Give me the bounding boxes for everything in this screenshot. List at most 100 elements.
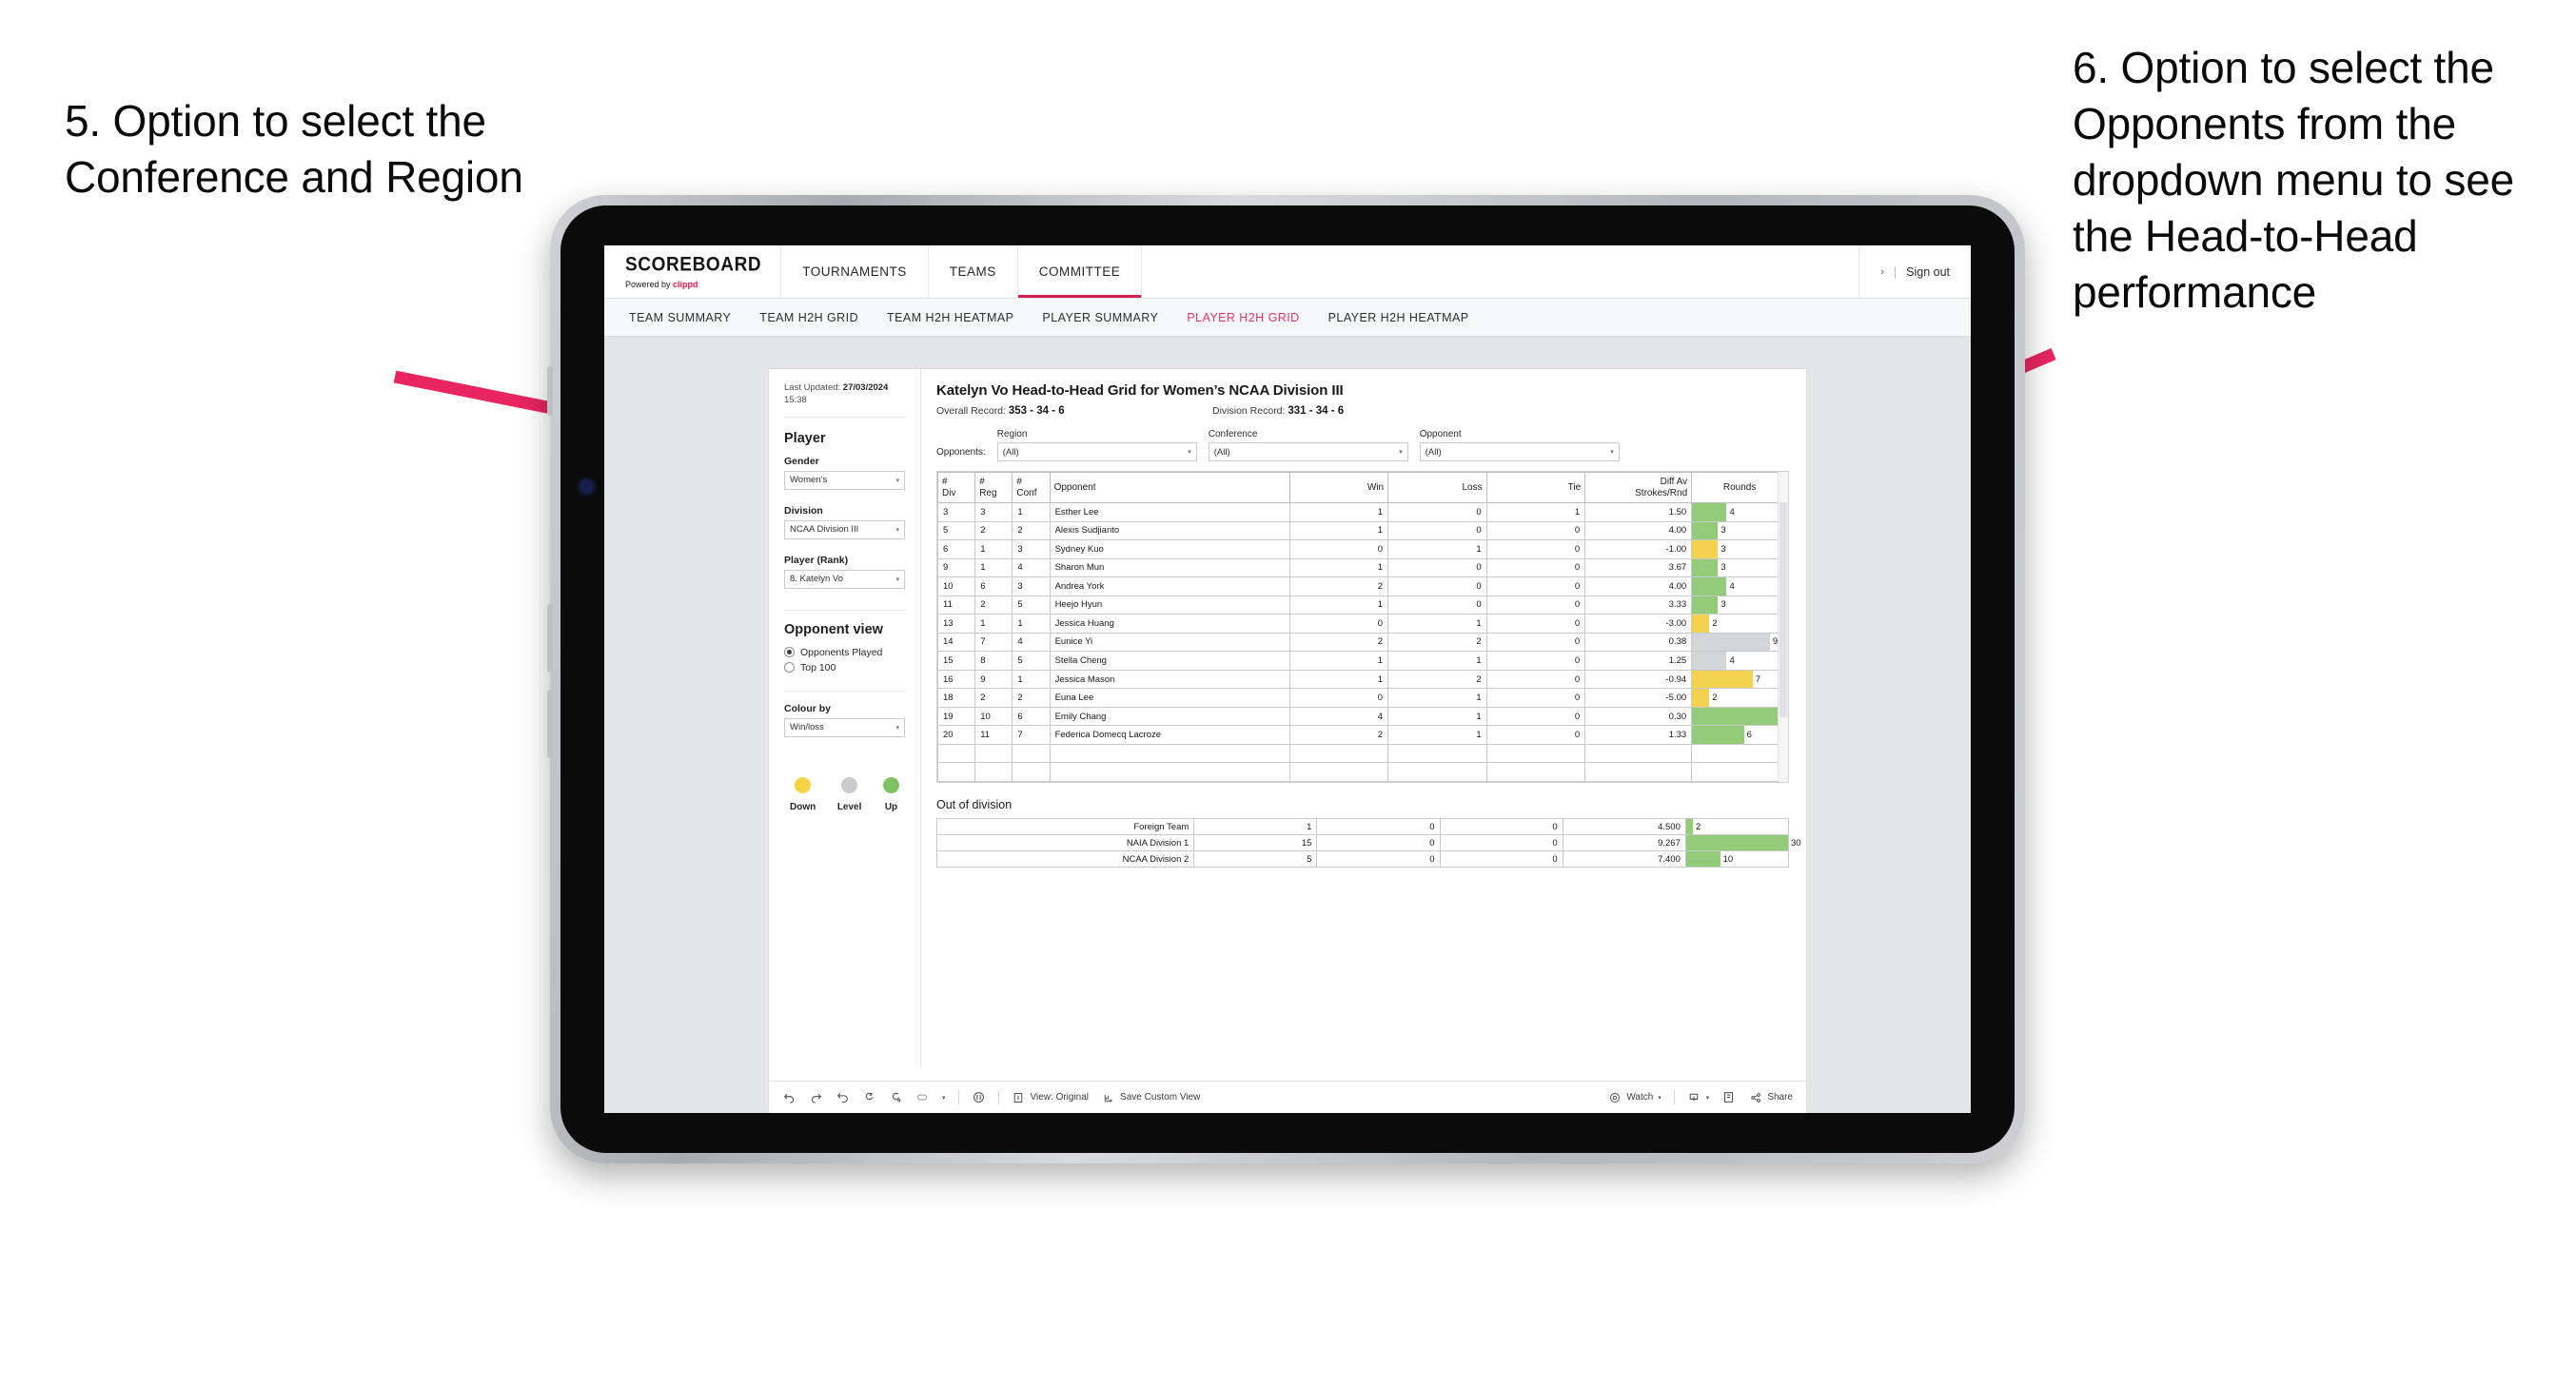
table-row[interactable]: 19106Emily Chang4100.3011 (937, 706, 1788, 727)
topnav-item-tournaments[interactable]: TOURNAMENTS (781, 245, 929, 298)
table-row[interactable]: 20 11 7 Federica Domecq Lacroze 2 1 0 1.33 6 (937, 725, 1788, 745)
undo-icon[interactable] (782, 1090, 796, 1104)
legend-item-down: Down (790, 776, 816, 812)
fullscreen-icon[interactable] (1721, 1090, 1736, 1104)
table-row[interactable]: 9 1 4 Sharon Mun 1 0 0 3.67 3 (937, 557, 1788, 578)
toolbar-separator-1 (957, 1090, 959, 1104)
shape-icon[interactable] (915, 1090, 930, 1104)
cell-reg: 2 (974, 520, 1013, 541)
table-row[interactable]: 10 6 3 Andrea York 2 0 0 4.00 4 (937, 576, 1788, 596)
cell-win: 1 (1193, 818, 1318, 835)
cell-rounds: 10 (1684, 850, 1790, 868)
cell-diff: 3.33 (1584, 595, 1693, 615)
share-button[interactable]: Share (1748, 1090, 1793, 1104)
table-row[interactable]: 18 2 2 Euna Lee 0 1 0 -5.00 2 (937, 688, 1788, 708)
rounds-bar (1692, 689, 1710, 707)
opponent-filter-label: Opponent (1419, 429, 1462, 439)
shape-caret-icon[interactable]: ▾ (942, 1094, 946, 1102)
pause-icon[interactable] (972, 1090, 986, 1104)
cell-diff: -5.00 (1584, 688, 1693, 708)
table-row[interactable]: 6 1 3 Sydney Kuo 0 1 0 -1.00 3 (937, 539, 1788, 559)
table-row[interactable]: NCAA Division 2 5 0 0 7.400 10 (935, 850, 1790, 868)
table-row[interactable]: Foreign Team 1 0 0 4.500 2 (935, 818, 1790, 835)
chevron-right-icon[interactable]: › (1880, 266, 1884, 278)
opponent-filter-select[interactable]: (All) ▾ (1419, 442, 1620, 461)
volume-down-button[interactable] (547, 690, 553, 758)
subnav-item-team-summary[interactable]: TEAM SUMMARY (629, 311, 731, 324)
cell-opponent: Jessica Huang (1049, 614, 1290, 634)
watch-button[interactable]: Watch ▾ (1607, 1090, 1662, 1104)
grid-scrollbar-thumb[interactable] (1780, 502, 1787, 717)
cell-empty (1584, 762, 1693, 782)
brand-mark: clippd (673, 279, 698, 289)
redo-icon[interactable] (809, 1090, 823, 1104)
region-filter-select[interactable]: (All) ▾ (996, 442, 1197, 461)
out-of-division-table: Foreign Team 1 0 0 4.500 2 NAIA Division 1 15 0 0… (935, 818, 1801, 868)
colour-by-select[interactable]: Win/loss ▾ (784, 717, 905, 737)
cell-reg: 1 (974, 557, 1013, 578)
cell-empty (1485, 762, 1586, 782)
subnav-item-player-h2h-heatmap[interactable]: PLAYER H2H HEATMAP (1328, 311, 1469, 324)
col-div: # Div (937, 472, 976, 503)
rounds-value: 2 (1696, 821, 1701, 832)
cell-partial (974, 743, 1013, 764)
download-icon (1687, 1090, 1701, 1104)
out-of-division-body: Foreign Team 1 0 0 4.500 2 NAIA Division 1 15 0 0… (935, 818, 1801, 868)
player-rank-select[interactable]: 8. Katelyn Vo ▾ (784, 569, 905, 589)
table-row[interactable]: 11 2 5 Heejo Hyun 1 0 0 3.33 3 (937, 595, 1788, 615)
cell-opponent: Sydney Kuo (1049, 539, 1290, 559)
cell-conf: 7 (1012, 725, 1051, 745)
conference-filter-select[interactable]: (All) ▾ (1208, 442, 1408, 461)
annotation-callout-5: 5. Option to select the Conference and R… (65, 96, 523, 202)
refresh-icon[interactable] (862, 1090, 876, 1104)
pause-auto-update-icon[interactable] (889, 1090, 903, 1104)
brand-logo[interactable]: SCOREBOARD Powered by clippd (604, 245, 782, 298)
table-row[interactable]: 14 7 4 Eunice Yi 2 2 0 0.38 9 (937, 632, 1788, 653)
sign-out-link[interactable]: Sign out (1906, 265, 1950, 279)
visualization-panel: Last Updated: 27/03/2024 15:38 Player Ge… (769, 369, 1806, 1113)
grid-vertical-scrollbar[interactable] (1778, 472, 1788, 782)
view-original-button[interactable]: View: Original (1012, 1090, 1089, 1104)
subnav-item-team-h2h-heatmap[interactable]: TEAM H2H HEATMAP (887, 311, 1013, 324)
power-button[interactable] (547, 366, 553, 416)
radio-opponents-played[interactable]: Opponents Played (784, 647, 905, 658)
table-row[interactable]: 5 2 2 Alexis Sudjianto 1 0 0 4.00 3 (937, 520, 1788, 541)
save-custom-view-button[interactable]: Save Custom View (1101, 1090, 1200, 1104)
cell-empty (1049, 762, 1290, 782)
volume-up-button[interactable] (547, 604, 553, 673)
table-row[interactable]: 15 8 5 Stella Cheng 1 1 0 1.25 4 (937, 651, 1788, 671)
radio-opponents-played-label: Opponents Played (800, 646, 883, 658)
download-button[interactable]: ▾ (1687, 1090, 1709, 1104)
topnav-item-committee[interactable]: COMMITTEE (1017, 245, 1143, 298)
division-select[interactable]: NCAA Division III ▾ (784, 519, 905, 539)
topnav-item-teams[interactable]: TEAMS (929, 245, 1018, 298)
cell-rounds: 4 (1691, 576, 1788, 596)
table-row-partial[interactable] (937, 743, 1788, 764)
subnav-item-player-summary[interactable]: PLAYER SUMMARY (1042, 311, 1158, 324)
rounds-bar (1685, 819, 1693, 834)
cell-tie: 0 (1485, 651, 1586, 671)
subnav-item-player-h2h-grid[interactable]: PLAYER H2H GRID (1187, 311, 1299, 324)
col-conf: # Conf (1012, 472, 1051, 503)
cell-tie: 0 (1485, 539, 1586, 559)
col-opponent: Opponent (1049, 472, 1290, 503)
cell-div: 20 (937, 725, 976, 745)
toolbar-separator-2 (997, 1090, 999, 1104)
revert-icon[interactable] (836, 1090, 850, 1104)
cell-tie: 0 (1485, 614, 1586, 634)
cell-loss: 0 (1316, 818, 1441, 835)
table-row[interactable]: 13 1 1 Jessica Huang 0 1 0 -3.00 2 (937, 614, 1788, 634)
cell-tie: 0 (1485, 688, 1586, 708)
cell-loss: 2 (1387, 632, 1487, 653)
gender-select[interactable]: Women’s ▾ (784, 470, 905, 490)
cell-rounds: 6 (1691, 725, 1788, 745)
table-row[interactable]: 16 9 1 Jessica Mason 1 2 0 -0.94 7 (937, 669, 1788, 690)
cell-div: 18 (937, 688, 976, 708)
cell-rounds: 3 (1691, 557, 1788, 578)
table-row[interactable]: NAIA Division 1 15 0 0 9.267 30 (935, 834, 1801, 851)
subnav-item-team-h2h-grid[interactable]: TEAM H2H GRID (759, 311, 858, 324)
cell-reg: 2 (974, 688, 1013, 708)
table-row[interactable]: 3 3 1 Esther Lee 1 0 1 1.50 4 (937, 502, 1788, 522)
radio-top-100[interactable]: Top 100 (784, 662, 905, 673)
overall-record-value: 353 - 34 - 6 (1008, 405, 1065, 417)
